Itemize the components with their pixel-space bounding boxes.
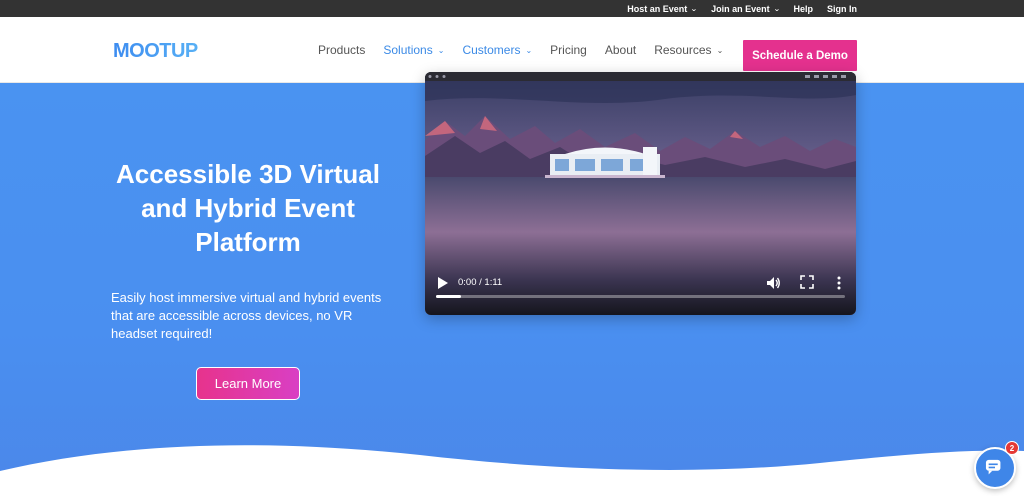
nav-item-label: Pricing	[550, 43, 587, 57]
video-player[interactable]: 0:00 / 1:11	[425, 72, 856, 315]
video-controls: 0:00 / 1:11	[425, 269, 856, 315]
play-icon[interactable]	[437, 276, 449, 290]
hero-headline: Accessible 3D Virtual and Hybrid Event P…	[116, 159, 380, 257]
video-title-strip	[425, 72, 856, 81]
fullscreen-icon[interactable]	[800, 275, 814, 289]
learn-more-button[interactable]: Learn More	[196, 367, 300, 400]
nav-item-solutions[interactable]: Solutions ⌄	[383, 43, 444, 57]
utility-link-label: Help	[793, 3, 813, 14]
nav-item-label: Products	[318, 43, 366, 57]
nav-item-about[interactable]: About	[605, 43, 636, 57]
utility-bar: Host an Event ⌄ Join an Event ⌄ Help Sig…	[0, 0, 1024, 17]
schedule-demo-button[interactable]: Schedule a Demo	[743, 40, 857, 71]
nav-item-customers[interactable]: Customers ⌄	[462, 43, 532, 57]
utility-link-label: Host an Event	[627, 3, 688, 14]
utility-links: Host an Event ⌄ Join an Event ⌄ Help Sig…	[627, 0, 857, 17]
nav-item-label: Solutions	[383, 43, 433, 57]
utility-link-sign-in[interactable]: Sign In	[827, 4, 857, 14]
utility-link-label: Sign In	[827, 3, 857, 14]
nav-item-label: Resources	[654, 43, 712, 57]
chat-icon	[985, 459, 1001, 475]
logo-wordmark: MOOTUP	[113, 40, 198, 62]
chat-notification-badge: 2	[1005, 441, 1019, 455]
hero-subtext: Easily host immersive virtual and hybrid…	[111, 290, 382, 341]
utility-link-join-event[interactable]: Join an Event ⌄	[711, 3, 781, 14]
utility-link-help[interactable]: Help	[793, 4, 813, 14]
video-time: 0:00 / 1:11	[458, 277, 503, 288]
mootup-logo[interactable]: MOOTUP	[113, 38, 209, 62]
utility-link-host-event[interactable]: Host an Event ⌄	[627, 4, 697, 14]
chevron-down-icon: ⌄	[773, 5, 781, 13]
video-progress-bar[interactable]	[436, 295, 845, 298]
more-options-icon[interactable]	[835, 275, 843, 291]
chevron-down-icon: ⌄	[690, 5, 698, 13]
chevron-down-icon: ⌄	[525, 45, 533, 55]
chevron-down-icon: ⌄	[437, 45, 445, 55]
nav-item-resources[interactable]: Resources ⌄	[654, 43, 723, 57]
utility-link-label: Join an Event	[711, 3, 770, 14]
nav-item-products[interactable]: Products	[318, 43, 365, 57]
video-progress-fill	[436, 295, 461, 298]
nav-item-label: About	[604, 43, 637, 57]
nav-item-pricing[interactable]: Pricing	[550, 43, 587, 57]
nav-item-label: Customers	[462, 43, 521, 57]
chevron-down-icon: ⌄	[716, 45, 724, 55]
volume-icon[interactable]	[765, 275, 781, 291]
